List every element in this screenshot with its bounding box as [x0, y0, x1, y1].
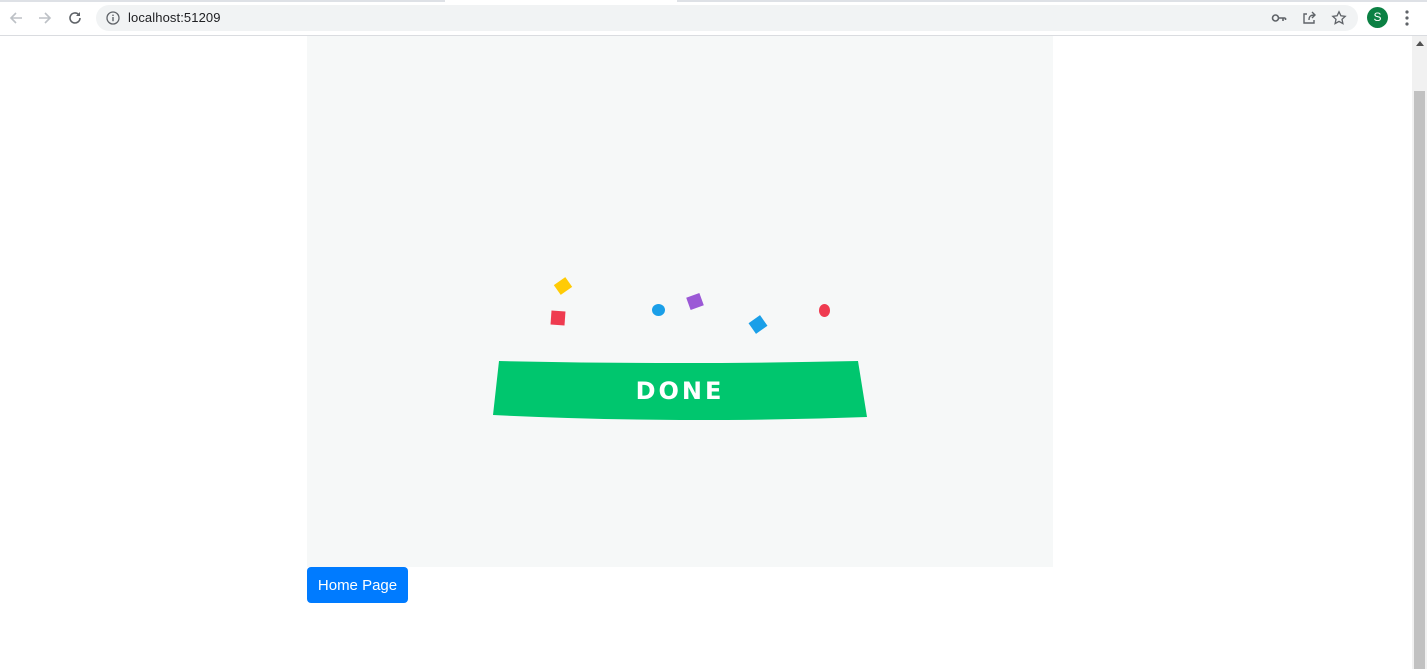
url-text[interactable]: localhost:51209: [128, 10, 221, 25]
star-icon[interactable]: [1331, 10, 1347, 26]
share-icon[interactable]: [1301, 10, 1317, 26]
back-icon: [9, 12, 22, 24]
scrollbar-thumb[interactable]: [1414, 91, 1425, 669]
active-tab-edge: [445, 0, 677, 2]
home-page-button[interactable]: Home Page: [307, 567, 408, 603]
key-icon[interactable]: [1271, 10, 1287, 26]
tab-strip-edge: [0, 0, 1427, 2]
done-label: DONE: [635, 377, 725, 405]
done-animation: DONE: [307, 36, 1053, 567]
info-icon[interactable]: [106, 11, 120, 25]
page-scrollbar[interactable]: [1412, 36, 1427, 669]
reload-button[interactable]: [63, 6, 87, 30]
forward-button[interactable]: [33, 6, 57, 30]
reload-icon: [69, 12, 81, 24]
browser-toolbar: localhost:51209 S: [0, 0, 1427, 36]
scroll-up-arrow-icon[interactable]: [1416, 41, 1424, 46]
kebab-menu-icon[interactable]: [1398, 8, 1416, 28]
confetti-yellow: [553, 277, 573, 295]
address-bar[interactable]: localhost:51209: [96, 5, 1358, 31]
confetti-red-dot: [819, 304, 830, 317]
done-banner: DONE: [493, 360, 867, 421]
confetti-blue-diamond: [748, 315, 768, 334]
confetti-blue-dot: [652, 304, 665, 316]
confetti-purple: [686, 292, 704, 311]
back-button[interactable]: [4, 6, 28, 30]
forward-icon: [39, 12, 52, 24]
profile-avatar[interactable]: S: [1367, 7, 1388, 28]
confetti-red-square: [550, 310, 566, 326]
